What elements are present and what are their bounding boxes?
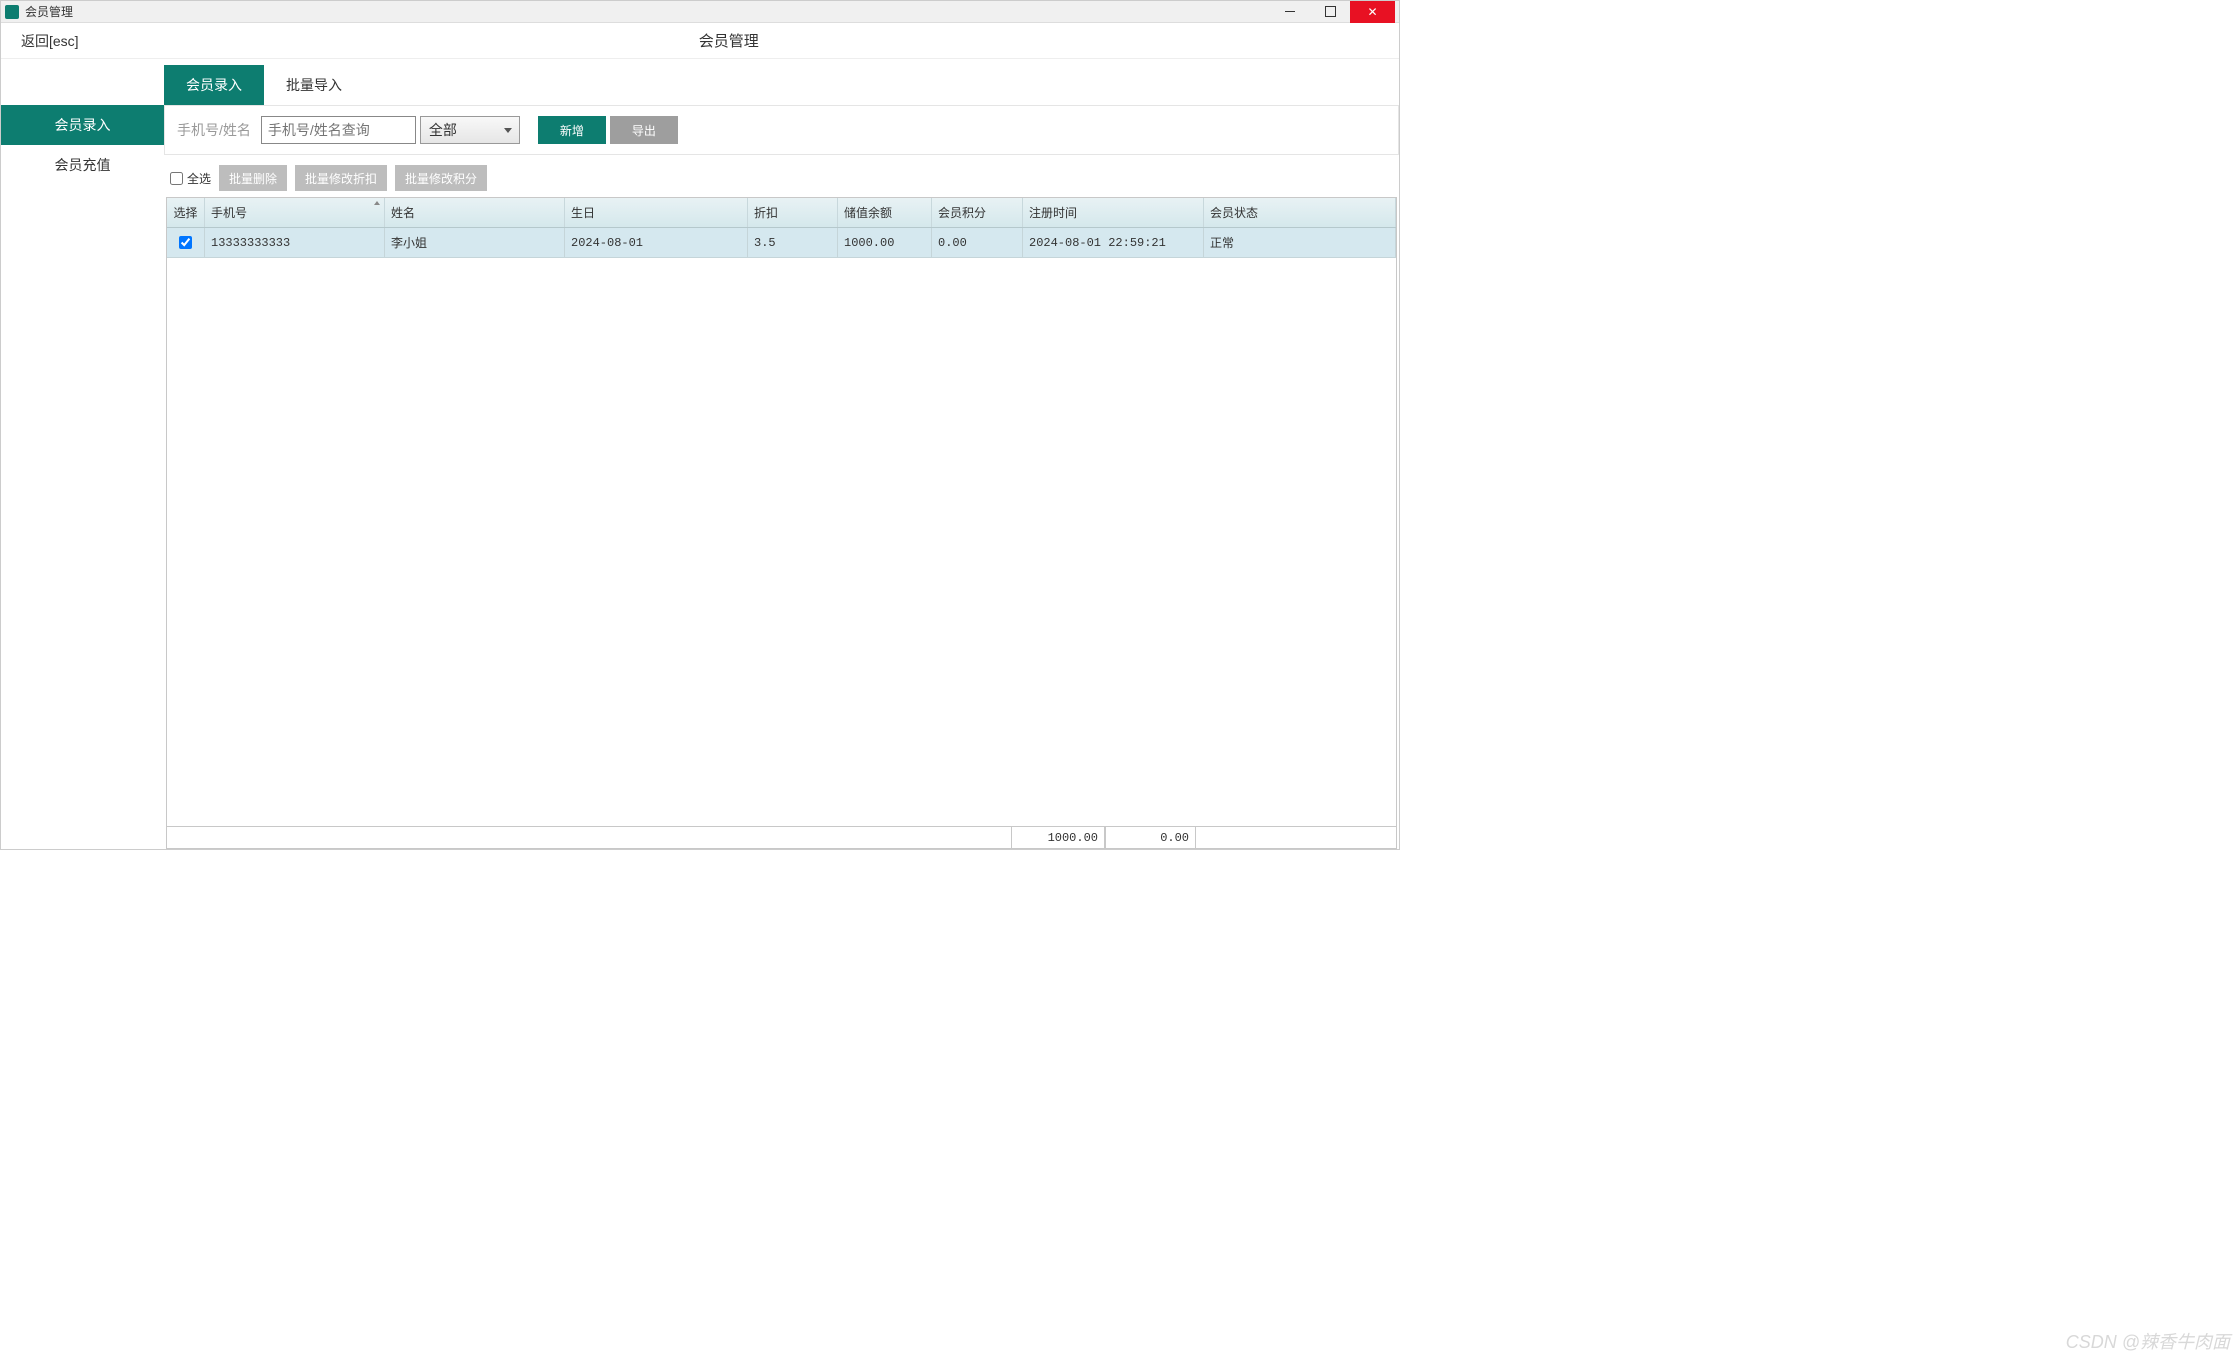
page-header: 返回[esc] 会员管理 <box>1 23 1399 59</box>
titlebar: 会员管理 <box>1 1 1399 23</box>
footer-balance-total: 1000.00 <box>1011 827 1105 848</box>
export-button[interactable]: 导出 <box>610 116 678 144</box>
filter-select[interactable]: 全部 <box>420 116 520 144</box>
sidebar-item-member-entry[interactable]: 会员录入 <box>1 105 164 145</box>
th-points[interactable]: 会员积分 <box>932 198 1023 227</box>
batch-delete-button[interactable]: 批量删除 <box>219 165 287 191</box>
watermark: CSDN @辣香牛肉面 <box>2066 1328 2230 1354</box>
page-title: 会员管理 <box>79 30 1379 51</box>
table-footer: 1000.00 0.00 <box>167 826 1396 848</box>
sidebar-item-member-recharge[interactable]: 会员充值 <box>1 145 164 185</box>
window-title: 会员管理 <box>25 3 1270 20</box>
th-select[interactable]: 选择 <box>167 198 205 227</box>
member-table: 选择 手机号 姓名 生日 折扣 储值余额 会员积分 注册时间 会员状态 1333… <box>166 197 1397 849</box>
row-checkbox-cell <box>167 228 205 257</box>
tab-bar: 会员录入 批量导入 <box>164 59 1399 105</box>
batch-edit-discount-button[interactable]: 批量修改折扣 <box>295 165 387 191</box>
search-input[interactable] <box>261 116 416 144</box>
back-button[interactable]: 返回[esc] <box>21 31 79 51</box>
select-all-checkbox[interactable]: 全选 <box>170 170 211 187</box>
batch-action-bar: 全选 批量删除 批量修改折扣 批量修改积分 <box>164 161 1399 195</box>
table-header-row: 选择 手机号 姓名 生日 折扣 储值余额 会员积分 注册时间 会员状态 <box>167 198 1396 228</box>
row-checkbox[interactable] <box>179 236 192 249</box>
th-discount[interactable]: 折扣 <box>748 198 838 227</box>
th-phone[interactable]: 手机号 <box>205 198 385 227</box>
search-label: 手机号/姓名 <box>171 120 257 140</box>
minimize-button[interactable] <box>1270 1 1310 23</box>
sidebar: 会员录入 会员充值 <box>1 59 164 849</box>
table-empty-area <box>167 258 1396 826</box>
filter-bar: 手机号/姓名 全部 新增 导出 <box>164 105 1399 155</box>
footer-points-total: 0.00 <box>1105 827 1196 848</box>
tab-batch-import[interactable]: 批量导入 <box>264 65 364 105</box>
cell-reg-time: 2024-08-01 22:59:21 <box>1023 228 1204 257</box>
filter-select-value: 全部 <box>429 120 457 140</box>
select-all-input[interactable] <box>170 172 183 185</box>
cell-name: 李小姐 <box>385 228 565 257</box>
batch-edit-points-button[interactable]: 批量修改积分 <box>395 165 487 191</box>
cell-status: 正常 <box>1204 228 1396 257</box>
th-status[interactable]: 会员状态 <box>1204 198 1396 227</box>
add-button[interactable]: 新增 <box>538 116 606 144</box>
table-row[interactable]: 13333333333 李小姐 2024-08-01 3.5 1000.00 0… <box>167 228 1396 258</box>
cell-birthday: 2024-08-01 <box>565 228 748 257</box>
select-all-label: 全选 <box>187 170 211 187</box>
close-button[interactable] <box>1350 1 1395 23</box>
cell-discount: 3.5 <box>748 228 838 257</box>
tab-member-entry[interactable]: 会员录入 <box>164 65 264 105</box>
maximize-button[interactable] <box>1310 1 1350 23</box>
th-birthday[interactable]: 生日 <box>565 198 748 227</box>
th-reg-time[interactable]: 注册时间 <box>1023 198 1204 227</box>
cell-balance: 1000.00 <box>838 228 932 257</box>
th-balance[interactable]: 储值余额 <box>838 198 932 227</box>
th-name[interactable]: 姓名 <box>385 198 565 227</box>
cell-points: 0.00 <box>932 228 1023 257</box>
cell-phone: 13333333333 <box>205 228 385 257</box>
app-icon <box>5 5 19 19</box>
